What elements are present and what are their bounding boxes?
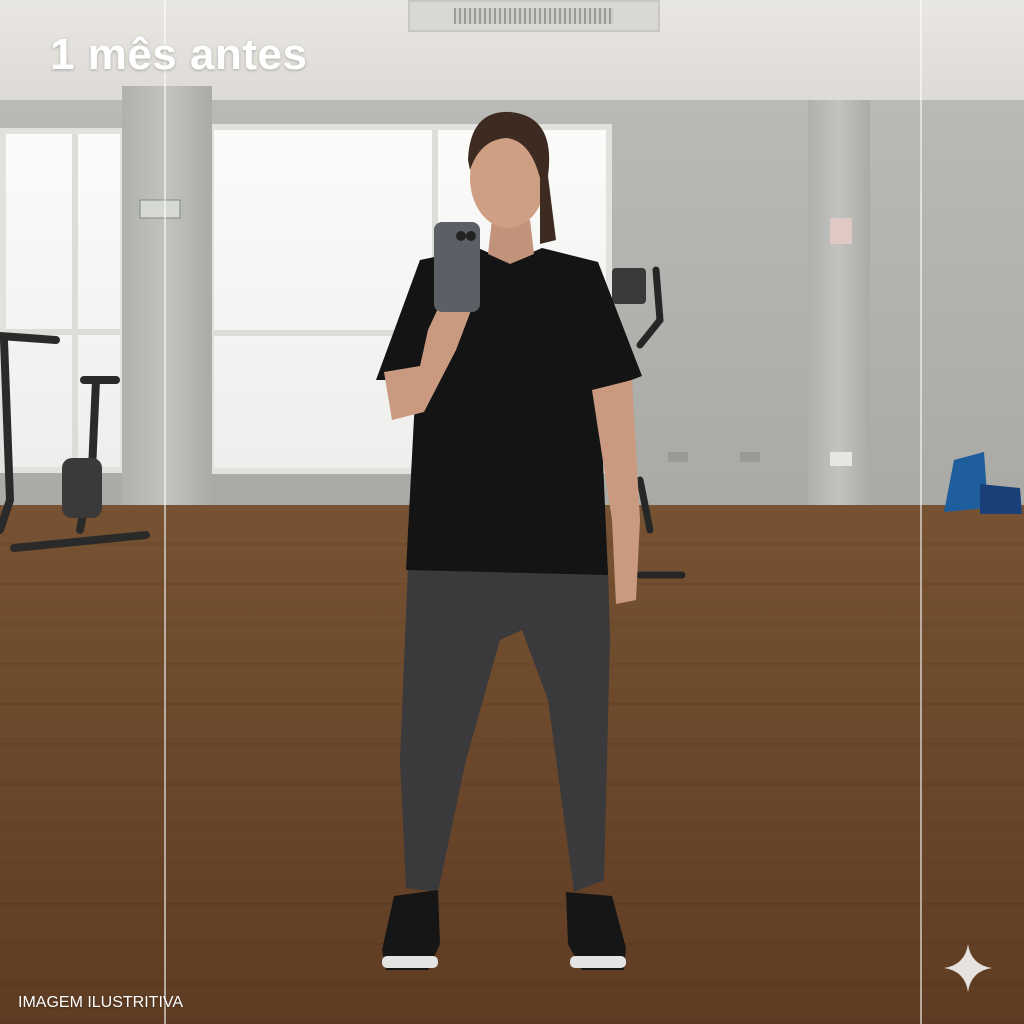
gym-bag-icon: [944, 452, 1022, 514]
illustrative-image-watermark: IMAGEM ILUSTRITIVA: [18, 994, 184, 1011]
mirror-edge-right: [920, 0, 922, 1024]
mirror-edge-left: [164, 0, 166, 1024]
photo-scene: 1 mês antes IMAGEM ILUSTRITIVA: [0, 0, 1024, 1024]
headline-caption: 1 mês antes: [50, 30, 308, 79]
gym-equipment-and-person: [0, 111, 852, 970]
sparkle-icon: [944, 944, 992, 992]
